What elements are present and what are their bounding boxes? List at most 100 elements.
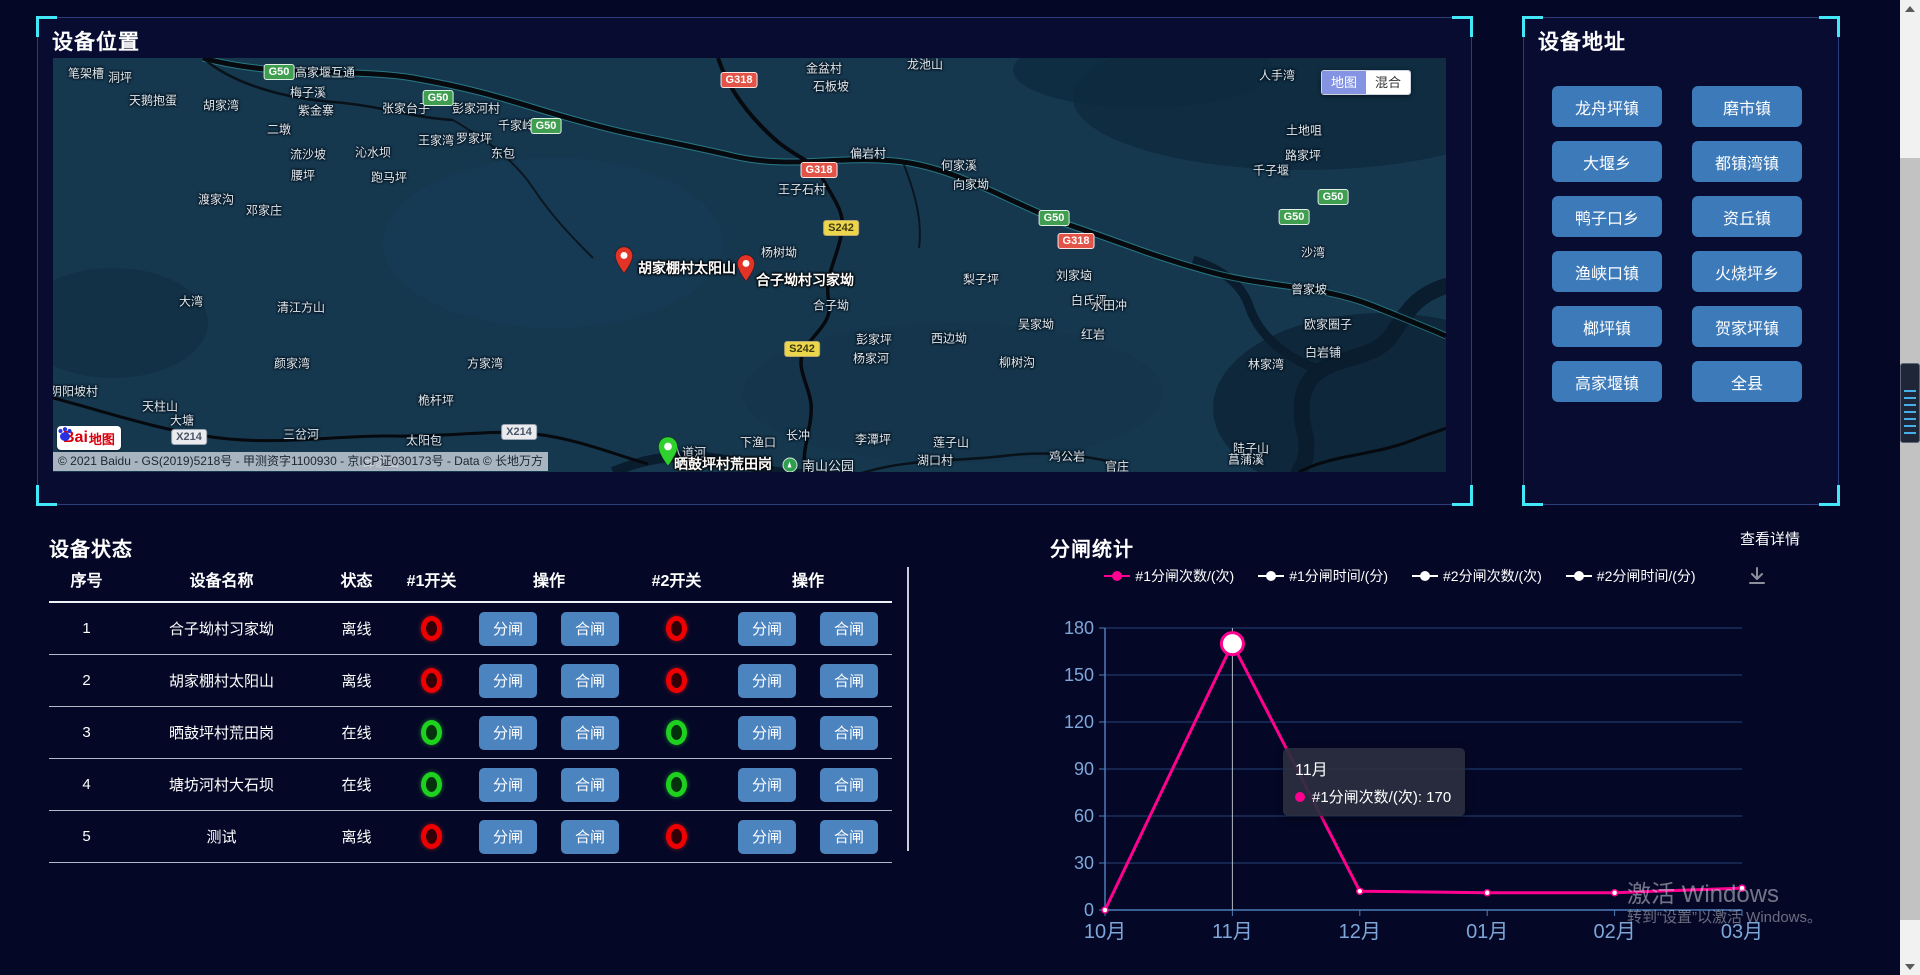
close-button[interactable]: 合闸 xyxy=(561,716,619,750)
map-place-label: 梨子坪 xyxy=(963,271,999,288)
legend-item-2[interactable]: #1分闸时间/(分) xyxy=(1258,566,1388,586)
map-place-label: 紫金寨 xyxy=(298,102,334,119)
svg-text:10月: 10月 xyxy=(1084,921,1126,943)
address-button-2[interactable]: 磨市镇 xyxy=(1692,86,1802,127)
map-place-label: 大塘 xyxy=(170,412,194,429)
close-button[interactable]: 合闸 xyxy=(561,768,619,802)
close-button[interactable]: 合闸 xyxy=(820,768,878,802)
legend-item-4[interactable]: #2分闸时间/(分) xyxy=(1566,566,1696,586)
trip-button[interactable]: 分闸 xyxy=(479,716,537,750)
address-button-11[interactable]: 高家堰镇 xyxy=(1552,361,1662,402)
trip-button[interactable]: 分闸 xyxy=(738,716,796,750)
view-details-link[interactable]: 查看详情 xyxy=(1740,528,1800,549)
address-panel-title: 设备地址 xyxy=(1538,26,1626,56)
trip-button[interactable]: 分闸 xyxy=(738,768,796,802)
map-type-option-map[interactable]: 地图 xyxy=(1322,71,1366,94)
trip-button[interactable]: 分闸 xyxy=(738,664,796,698)
close-button[interactable]: 合闸 xyxy=(561,820,619,854)
map-place-label: 方家湾 xyxy=(467,355,503,372)
address-button-6[interactable]: 资丘镇 xyxy=(1692,196,1802,237)
corner-accent xyxy=(1452,16,1473,37)
table-scrollbar[interactable] xyxy=(907,567,909,851)
svg-text:11月: 11月 xyxy=(1212,921,1253,943)
map-place-label: 金盆村 xyxy=(806,60,842,77)
trip-button[interactable]: 分闸 xyxy=(479,664,537,698)
close-button[interactable]: 合闸 xyxy=(820,664,878,698)
address-button-5[interactable]: 鸭子口乡 xyxy=(1552,196,1662,237)
table-row: 4塘坊河村大石坝在线分闸合闸分闸合闸 xyxy=(49,759,892,811)
road-badge-G318: G318 xyxy=(801,162,838,178)
cell-device-name: 胡家棚村太阳山 xyxy=(124,670,319,691)
tooltip-series-value: #1分闸次数/(次): 170 xyxy=(1312,786,1451,807)
map-place-label: 杨树坳 xyxy=(761,244,797,261)
address-button-10[interactable]: 贺家坪镇 xyxy=(1692,306,1802,347)
tooltip-series-dot xyxy=(1295,792,1305,802)
map-place-label: 大湾 xyxy=(179,293,203,310)
park-label: 南山公园 xyxy=(802,456,854,473)
map-place-label: 向家坳 xyxy=(953,176,989,193)
road-badge-G318: G318 xyxy=(721,72,758,88)
address-button-12[interactable]: 全县 xyxy=(1692,361,1802,402)
map-place-label: 石板坡 xyxy=(813,78,849,95)
svg-text:30: 30 xyxy=(1074,853,1094,873)
baidu-map[interactable]: 笔架槽洞坪天鹅抱蛋胡家湾高家堰互通梅子溪紫金寨二墩流沙坡沁水坝腰坪跑马坪渡家沟邓… xyxy=(53,58,1446,472)
map-place-label: 柳树沟 xyxy=(999,354,1035,371)
map-place-label: 长冲 xyxy=(786,427,810,444)
legend-item-1[interactable]: #1分闸次数/(次) xyxy=(1104,566,1234,586)
device-location-panel: 设备位置 xyxy=(37,17,1472,505)
address-button-1[interactable]: 龙舟坪镇 xyxy=(1552,86,1662,127)
scrollbar-thumb[interactable] xyxy=(1900,158,1920,920)
map-place-label: 李潭坪 xyxy=(855,431,891,448)
scroll-down-arrow[interactable] xyxy=(1900,958,1920,975)
scroll-up-arrow[interactable] xyxy=(1900,0,1920,17)
map-place-label: 颜家湾 xyxy=(274,355,310,372)
address-button-7[interactable]: 渔峡口镇 xyxy=(1552,251,1662,292)
corner-accent xyxy=(36,485,57,506)
header-cell-4: #1开关 xyxy=(394,567,469,591)
map-place-label: 彭家河村 xyxy=(452,100,500,117)
scrollbar-widget[interactable] xyxy=(1900,363,1920,443)
header-cell-5: 操作 xyxy=(469,567,629,591)
cell-no: 2 xyxy=(49,672,124,689)
address-button-8[interactable]: 火烧坪乡 xyxy=(1692,251,1802,292)
switch1-cell xyxy=(394,668,469,693)
legend-item-3[interactable]: #2分闸次数/(次) xyxy=(1412,566,1542,586)
trip-button[interactable]: 分闸 xyxy=(479,820,537,854)
trip-button[interactable]: 分闸 xyxy=(479,612,537,646)
close-button[interactable]: 合闸 xyxy=(820,716,878,750)
table-header: 序号设备名称状态#1开关操作#2开关操作 xyxy=(49,556,892,603)
trip-button[interactable]: 分闸 xyxy=(738,612,796,646)
page-scrollbar[interactable] xyxy=(1900,0,1920,975)
cell-no: 1 xyxy=(49,620,124,637)
device-status-table: 序号设备名称状态#1开关操作#2开关操作 1合子坳村习家坳离线分闸合闸分闸合闸2… xyxy=(49,556,892,863)
park-icon xyxy=(783,458,798,473)
map-type-option-hybrid[interactable]: 混合 xyxy=(1366,71,1410,94)
map-place-label: 吴家坳 xyxy=(1018,316,1054,333)
svg-text:90: 90 xyxy=(1074,759,1094,779)
map-place-label: 偏岩村 xyxy=(850,145,886,162)
status-indicator-sw2 xyxy=(666,720,687,745)
marker-label: 胡家棚村太阳山 xyxy=(638,258,736,278)
baidu-logo[interactable]: Bai 地图 xyxy=(57,426,121,450)
map-copyright: © 2021 Baidu - GS(2019)5218号 - 甲测资字11009… xyxy=(53,452,548,471)
table-row: 3晒鼓坪村荒田岗在线分闸合闸分闸合闸 xyxy=(49,707,892,759)
address-button-3[interactable]: 大堰乡 xyxy=(1552,141,1662,182)
map-place-label: 渡家沟 xyxy=(198,191,234,208)
map-place-label: 二墩 xyxy=(267,121,291,138)
cell-status: 在线 xyxy=(319,722,394,743)
cell-device-name: 塘坊河村大石坝 xyxy=(124,774,319,795)
close-button[interactable]: 合闸 xyxy=(561,664,619,698)
close-button[interactable]: 合闸 xyxy=(561,612,619,646)
map-place-label: 白岩铺 xyxy=(1305,344,1341,361)
map-place-label: 邓家庄 xyxy=(246,202,282,219)
status-indicator-sw1 xyxy=(421,772,442,797)
cell-status: 离线 xyxy=(319,670,394,691)
device-address-panel: 设备地址 龙舟坪镇磨市镇大堰乡都镇湾镇鸭子口乡资丘镇渔峡口镇火烧坪乡榔坪镇贺家坪… xyxy=(1523,17,1839,505)
address-button-4[interactable]: 都镇湾镇 xyxy=(1692,141,1802,182)
close-button[interactable]: 合闸 xyxy=(820,612,878,646)
trip-button[interactable]: 分闸 xyxy=(479,768,537,802)
close-button[interactable]: 合闸 xyxy=(820,820,878,854)
address-button-9[interactable]: 榔坪镇 xyxy=(1552,306,1662,347)
road-badge-X214: X214 xyxy=(501,424,537,440)
trip-button[interactable]: 分闸 xyxy=(738,820,796,854)
